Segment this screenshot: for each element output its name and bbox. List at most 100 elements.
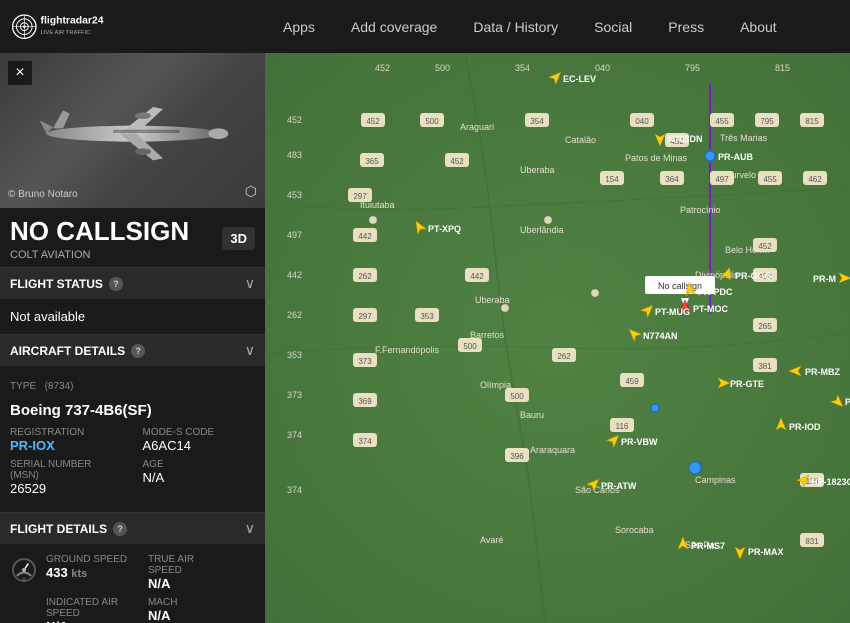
close-button[interactable]: × [8, 61, 32, 85]
flight-details-help-icon[interactable]: ? [113, 522, 127, 536]
indicated-value: N/A [46, 619, 128, 623]
registration-col: REGISTRATION PR-IOX [10, 427, 123, 453]
nav-item-press[interactable]: Press [650, 0, 722, 53]
registration-value[interactable]: PR-IOX [10, 438, 123, 453]
svg-text:500: 500 [435, 63, 450, 73]
flight-details-title: FLIGHT DETAILS ? [10, 522, 127, 536]
navbar: flightradar24 LIVE AIR TRAFFIC Apps Add … [0, 0, 850, 53]
aircraft-photo [0, 53, 265, 208]
serial-value: 26529 [10, 481, 123, 496]
mode-s-label: MODE-S CODE [143, 427, 256, 438]
mode-s-value: A6AC14 [143, 438, 256, 453]
svg-text:381: 381 [758, 362, 772, 371]
logo-area: flightradar24 LIVE AIR TRAFFIC [0, 7, 265, 47]
serial-col: SERIAL NUMBER (MSN) 26529 [10, 459, 123, 496]
svg-text:Campinas: Campinas [695, 475, 736, 485]
svg-text:500: 500 [425, 117, 439, 126]
callsign-info: NO CALLSIGN COLT AVIATION [10, 216, 189, 261]
svg-text:PT-XPQ: PT-XPQ [428, 224, 461, 234]
type-row: TYPE (8734) [10, 376, 255, 394]
svg-text:452: 452 [287, 115, 302, 125]
svg-text:795: 795 [685, 63, 700, 73]
indicated-label: INDICATED AIR SPEED [46, 597, 128, 619]
true-air-speed-col: TRUE AIR SPEED N/A [148, 554, 230, 591]
nav-item-data-history[interactable]: Data / History [455, 0, 576, 53]
svg-text:PR-MS7: PR-MS7 [691, 541, 725, 551]
svg-text:459: 459 [625, 377, 639, 386]
svg-text:396: 396 [510, 452, 524, 461]
svg-text:EC-LEV: EC-LEV [563, 74, 596, 84]
svg-text:PR-M: PR-M [813, 274, 836, 284]
ground-speed-col: GROUND SPEED 433 kts [46, 554, 128, 591]
svg-text:455: 455 [763, 175, 777, 184]
svg-text:Araguari: Araguari [460, 122, 494, 132]
svg-text:452: 452 [450, 157, 464, 166]
flight-status-value: Not available [10, 309, 255, 324]
aircraft-details-chevron: ∨ [245, 342, 255, 359]
svg-text:Catalão: Catalão [565, 135, 596, 145]
svg-text:HP-1823CMP: HP-1823CMP [811, 477, 850, 487]
svg-text:265: 265 [758, 322, 772, 331]
svg-text:354: 354 [515, 63, 530, 73]
svg-text:No callsign: No callsign [658, 281, 702, 291]
svg-text:297: 297 [358, 312, 372, 321]
nav-item-about[interactable]: About [722, 0, 795, 53]
ground-true-row: GROUND SPEED 433 kts TRUE AIR SPEED N/A [46, 554, 230, 591]
flight-details-header[interactable]: FLIGHT DETAILS ? ∨ [0, 512, 265, 544]
type-label: TYPE [10, 381, 36, 392]
svg-text:Uberaba: Uberaba [520, 165, 555, 175]
flight-status-help-icon[interactable]: ? [109, 277, 123, 291]
flightradar24-logo[interactable]: flightradar24 LIVE AIR TRAFFIC [10, 7, 140, 47]
svg-text:353: 353 [287, 350, 302, 360]
aircraft-details-help-icon[interactable]: ? [131, 344, 145, 358]
svg-text:364: 364 [665, 175, 679, 184]
mode-s-col: MODE-S CODE A6AC14 [143, 427, 256, 453]
svg-text:Uberaba: Uberaba [475, 295, 510, 305]
svg-text:⊙: ⊙ [22, 577, 26, 582]
flight-status-chevron: ∨ [245, 275, 255, 292]
svg-text:483: 483 [287, 150, 302, 160]
svg-text:354: 354 [530, 117, 544, 126]
map-area[interactable]: 452 483 453 497 442 262 353 373 374 374 … [265, 53, 850, 623]
serial-label: SERIAL NUMBER (MSN) [10, 459, 123, 481]
svg-text:PR-IOD: PR-IOD [789, 422, 821, 432]
svg-text:297: 297 [353, 192, 367, 201]
svg-text:154: 154 [605, 175, 619, 184]
svg-text:262: 262 [557, 352, 571, 361]
aircraft-model: Boeing 737-4B6(SF) [10, 402, 255, 419]
svg-text:PR-GGG: PR-GGG [735, 271, 772, 281]
svg-text:442: 442 [358, 232, 372, 241]
mach-col: MACH N/A [148, 597, 230, 623]
airline-name: COLT AVIATION [10, 249, 189, 261]
plane-silhouette [33, 97, 233, 164]
svg-text:831: 831 [805, 537, 819, 546]
aircraft-details-header[interactable]: AIRCRAFT DETAILS ? ∨ [0, 334, 265, 366]
svg-text:PR-ATW: PR-ATW [601, 481, 637, 491]
nav-item-apps[interactable]: Apps [265, 0, 333, 53]
svg-text:F.Fernandópolis: F.Fernandópolis [375, 345, 440, 355]
svg-text:PR-PDC: PR-PDC [698, 287, 733, 297]
flight-status-content: Not available [0, 299, 265, 334]
speed-details: GROUND SPEED 433 kts TRUE AIR SPEED N/A … [46, 554, 230, 623]
mach-value: N/A [148, 608, 230, 623]
expand-icon[interactable]: ⬡ [245, 183, 257, 200]
flight-details-chevron: ∨ [245, 520, 255, 537]
svg-text:455: 455 [715, 117, 729, 126]
view-3d-button[interactable]: 3D [222, 227, 255, 250]
svg-text:497: 497 [715, 175, 729, 184]
aircraft-details-content: TYPE (8734) Boeing 737-4B6(SF) REGISTRAT… [0, 366, 265, 512]
flight-status-header[interactable]: FLIGHT STATUS ? ∨ [0, 267, 265, 299]
svg-text:Avaré: Avaré [480, 535, 503, 545]
svg-text:442: 442 [287, 270, 302, 280]
nav-item-social[interactable]: Social [576, 0, 650, 53]
svg-text:PT-MOC: PT-MOC [845, 397, 850, 407]
svg-text:PR-AUB: PR-AUB [718, 152, 753, 162]
svg-text:369: 369 [358, 397, 372, 406]
svg-text:Patrocínio: Patrocínio [680, 205, 721, 215]
type-code: (8734) [45, 381, 74, 392]
svg-text:040: 040 [635, 117, 649, 126]
svg-text:374: 374 [287, 485, 302, 495]
svg-text:795: 795 [760, 117, 774, 126]
nav-item-add-coverage[interactable]: Add coverage [333, 0, 455, 53]
true-air-speed-label: TRUE AIR SPEED [148, 554, 230, 576]
